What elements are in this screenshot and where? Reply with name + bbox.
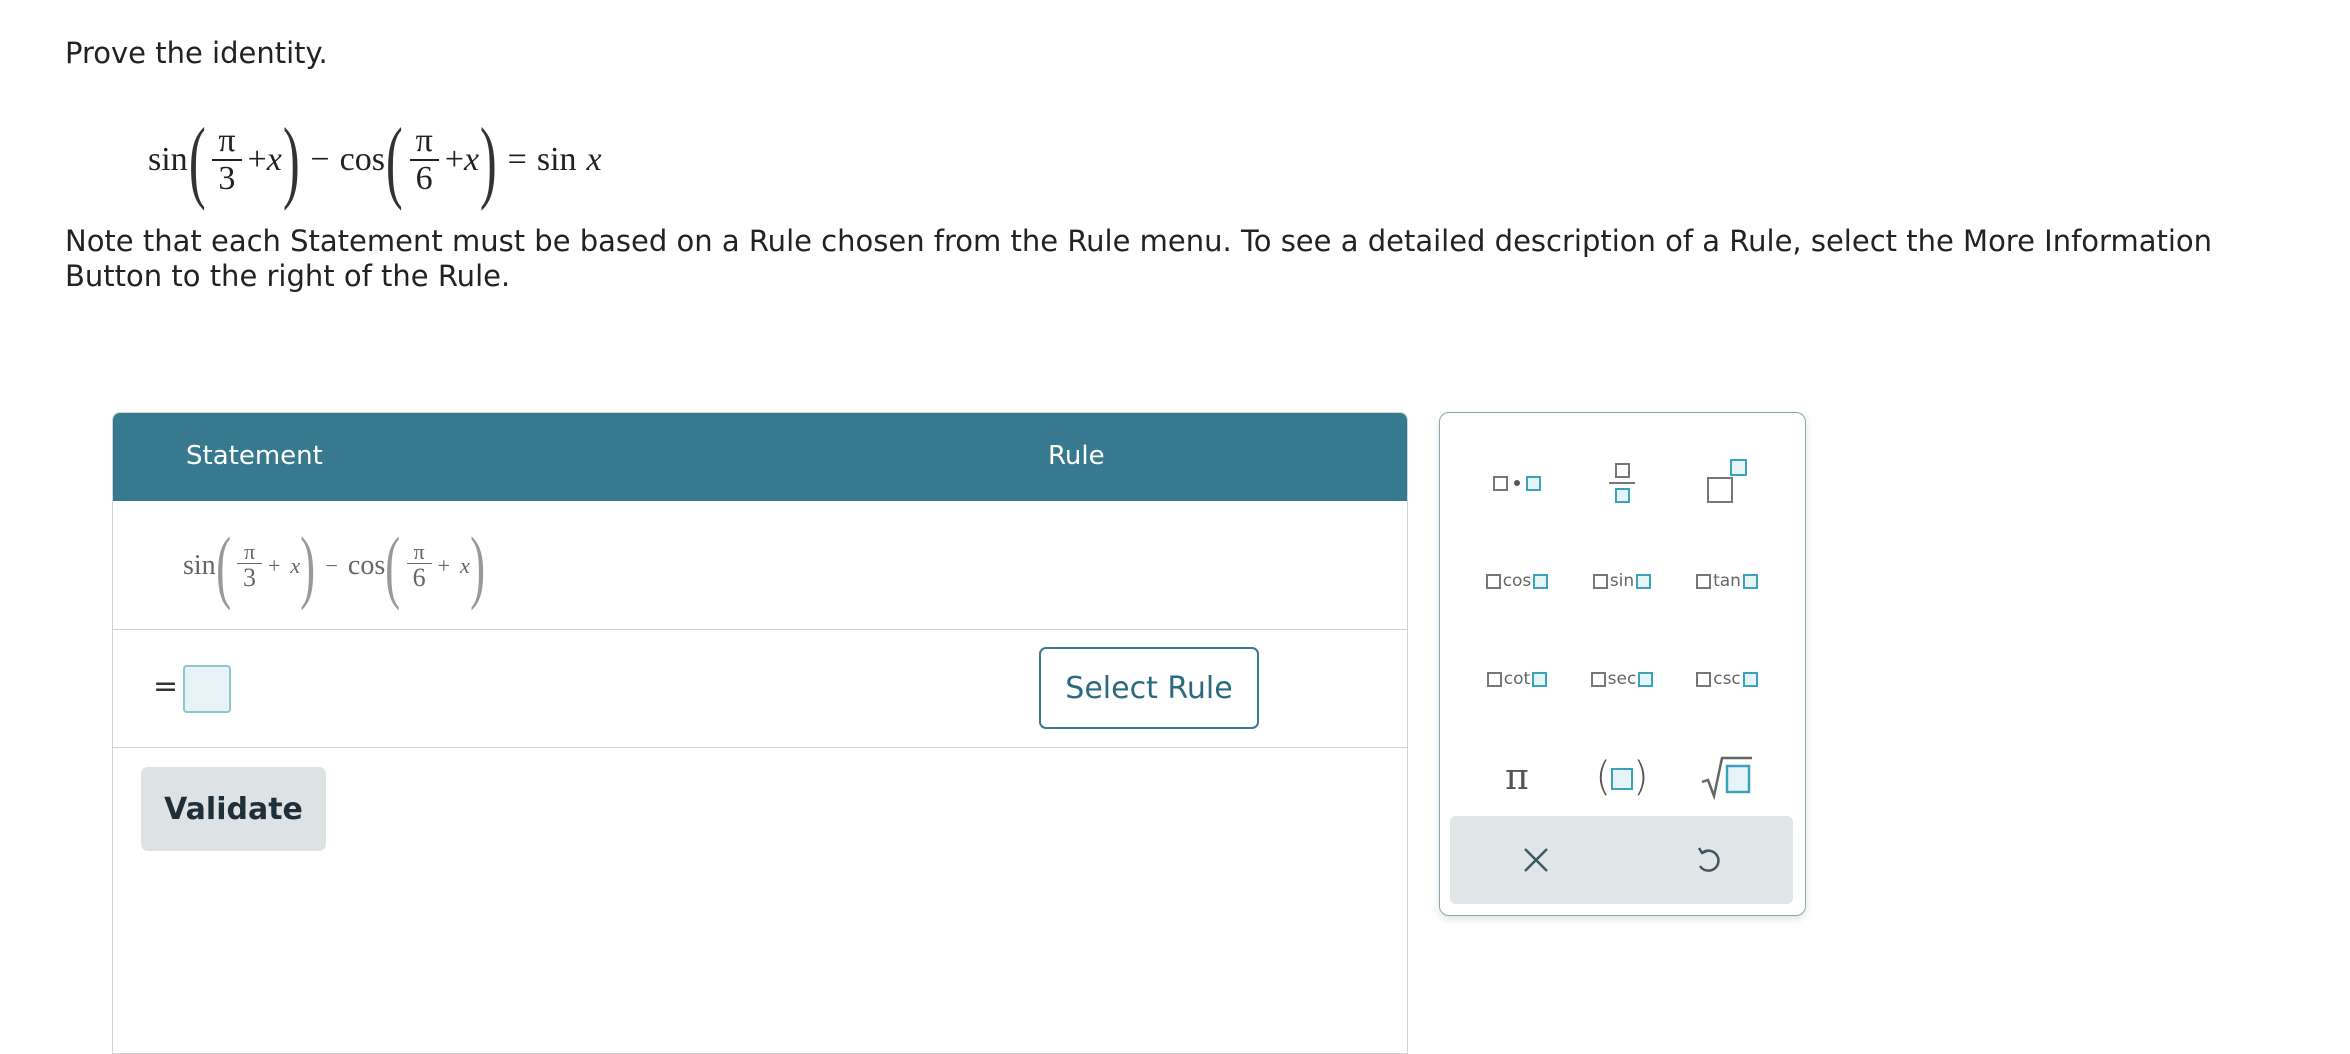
instruction-text: Prove the identity. xyxy=(65,36,328,70)
parentheses-icon: () xyxy=(1595,754,1649,800)
fraction-denominator: 6 xyxy=(415,160,433,197)
close-paren: ) xyxy=(469,520,485,611)
select-rule-button[interactable]: Select Rule xyxy=(1039,647,1259,729)
pi-key[interactable]: π xyxy=(1462,737,1572,817)
cos-label: cos xyxy=(1502,571,1532,591)
minus-sign: − xyxy=(310,141,330,178)
csc-label: csc xyxy=(1713,669,1741,689)
statement-sin: sin xyxy=(183,550,216,581)
sec-key[interactable]: sec xyxy=(1567,639,1677,719)
cot-key[interactable]: cot xyxy=(1462,639,1572,719)
fraction-numerator: π xyxy=(243,539,256,565)
open-paren: ( xyxy=(385,520,401,611)
note-text: Note that each Statement must be based o… xyxy=(65,224,2213,293)
variable-x: x xyxy=(463,141,480,178)
undo-key[interactable] xyxy=(1622,816,1793,904)
close-paren: ) xyxy=(300,520,316,611)
close-icon xyxy=(1523,848,1548,872)
square-root-icon xyxy=(1701,756,1752,800)
close-paren: ) xyxy=(479,109,497,211)
variable-x: x xyxy=(266,141,282,178)
variable-x: x xyxy=(459,553,470,578)
rhs-sin: sin xyxy=(536,141,577,178)
cos-key[interactable]: cos xyxy=(1462,541,1572,621)
proof-table-header: Statement Rule xyxy=(113,413,1407,501)
plus-sign: + xyxy=(268,553,281,578)
tan-key[interactable]: tan xyxy=(1672,541,1782,621)
cot-label: cot xyxy=(1503,669,1531,689)
rule-column-header: Rule xyxy=(1048,441,1105,471)
fraction-numerator: π xyxy=(413,539,425,565)
fraction-denominator: 3 xyxy=(243,563,256,593)
identity-fraction-pi-3: π 3 xyxy=(212,122,242,197)
proof-table: Statement Rule sin ( π 3 + x ) − cos ( π… xyxy=(112,412,1408,1054)
equals-sign: = xyxy=(153,669,179,704)
pi-icon: π xyxy=(1505,756,1529,798)
proof-row-next-statement: = Select Rule xyxy=(113,629,1407,748)
math-keypad: cos sin tan cot sec csc π () xyxy=(1439,412,1806,916)
statement-fraction-pi-3: π 3 xyxy=(237,539,262,593)
open-paren: ( xyxy=(385,109,403,211)
undo-icon xyxy=(1697,847,1720,872)
multiply-dot-icon xyxy=(1514,480,1520,486)
identity-equation: sin ( π 3 + x ) − cos ( π 6 + x ) = sin … xyxy=(148,110,602,210)
fraction-key[interactable] xyxy=(1567,443,1677,523)
exponent-key[interactable] xyxy=(1672,443,1782,523)
fraction-numerator: π xyxy=(218,122,236,160)
statement-cos: cos xyxy=(347,550,386,581)
variable-x: x xyxy=(290,553,301,578)
open-paren: ( xyxy=(215,520,231,611)
rhs-variable-x: x xyxy=(586,141,602,178)
proof-row-initial-statement: sin ( π 3 + x ) − cos ( π 6 + x ) xyxy=(113,501,1407,630)
identity-sin: sin xyxy=(148,141,188,178)
clear-key[interactable] xyxy=(1450,816,1621,904)
placeholder-box-icon xyxy=(1526,475,1541,491)
multiply-key[interactable] xyxy=(1462,443,1572,523)
exponent-icon xyxy=(1707,459,1747,503)
close-paren: ) xyxy=(282,109,300,211)
fraction-denominator: 3 xyxy=(218,160,236,197)
sin-key[interactable]: sin xyxy=(1567,541,1677,621)
open-paren: ( xyxy=(188,109,206,211)
sin-label: sin xyxy=(1609,571,1635,591)
statement-fraction-pi-6: π 6 xyxy=(406,539,432,593)
initial-statement-expression: sin ( π 3 + x ) − cos ( π 6 + x ) xyxy=(183,521,485,611)
square-root-key[interactable] xyxy=(1672,737,1782,817)
sec-label: sec xyxy=(1607,669,1637,689)
identity-fraction-pi-6: π 6 xyxy=(409,122,439,197)
identity-cos: cos xyxy=(339,141,385,178)
fraction-icon xyxy=(1609,463,1635,503)
plus-sign: + xyxy=(247,141,267,178)
keypad-actions xyxy=(1450,816,1793,904)
minus-sign: − xyxy=(325,553,338,578)
parentheses-key[interactable]: () xyxy=(1567,737,1677,817)
placeholder-box-icon xyxy=(1493,475,1508,491)
plus-sign: + xyxy=(437,553,450,578)
csc-key[interactable]: csc xyxy=(1672,639,1782,719)
validate-button[interactable]: Validate xyxy=(141,767,326,851)
equals-sign: = xyxy=(507,141,527,178)
plus-sign: + xyxy=(444,141,464,178)
statement-input-box[interactable] xyxy=(183,665,231,713)
tan-label: tan xyxy=(1713,571,1741,591)
fraction-numerator: π xyxy=(415,122,433,160)
statement-column-header: Statement xyxy=(186,441,323,471)
fraction-denominator: 6 xyxy=(412,563,426,593)
